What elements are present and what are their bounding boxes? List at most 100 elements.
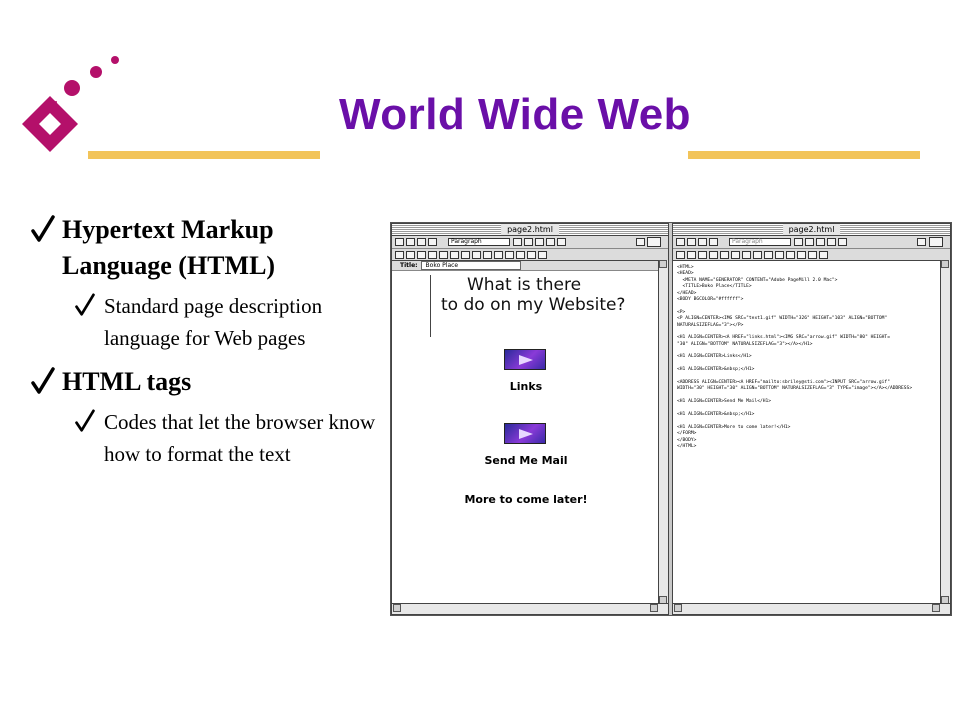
sub-bullet-text: Codes that let the browser know how to f… bbox=[104, 410, 376, 466]
scroll-up-arrow[interactable] bbox=[941, 260, 949, 268]
checkmark-icon bbox=[75, 293, 95, 316]
insert-button[interactable] bbox=[786, 251, 795, 259]
bullet-text: HTML tags bbox=[62, 367, 192, 396]
insert-button[interactable] bbox=[428, 251, 437, 259]
checkmark-icon bbox=[31, 215, 55, 242]
page-title-row: Title: Boko Place bbox=[392, 261, 659, 271]
horizontal-scrollbar[interactable] bbox=[392, 603, 668, 614]
insert-button[interactable] bbox=[472, 251, 481, 259]
links-arrow-button[interactable] bbox=[504, 349, 546, 370]
title-field-label: Title: bbox=[400, 262, 418, 269]
heading-line: to do on my Website? bbox=[441, 295, 626, 315]
preview-toggle-icon[interactable] bbox=[929, 237, 943, 247]
checkmark-icon bbox=[75, 409, 95, 432]
align-center-button[interactable] bbox=[827, 238, 836, 246]
sub-bullet-text: Standard page description language for W… bbox=[104, 294, 323, 350]
align-right-button[interactable] bbox=[838, 238, 847, 246]
title-field[interactable]: Boko Place bbox=[420, 261, 521, 270]
insert-button[interactable] bbox=[797, 251, 806, 259]
insert-button[interactable] bbox=[709, 251, 718, 259]
insert-button[interactable] bbox=[687, 251, 696, 259]
insert-button[interactable] bbox=[698, 251, 707, 259]
heading-line: What is there bbox=[467, 275, 582, 295]
insert-button[interactable] bbox=[742, 251, 751, 259]
bullet-item: HTML tags bbox=[30, 364, 380, 400]
more-label: More to come later! bbox=[464, 493, 588, 506]
title-rule-left bbox=[88, 151, 320, 159]
html-source-code[interactable]: <HTML> <HEAD> <META NAME="GENERATOR" CONT… bbox=[677, 265, 939, 450]
checkmark-icon bbox=[31, 367, 55, 394]
mail-arrow-button[interactable] bbox=[504, 423, 546, 444]
window-title: page2.html bbox=[782, 224, 841, 235]
size-button[interactable] bbox=[428, 238, 437, 246]
scroll-left-arrow[interactable] bbox=[393, 604, 401, 612]
insert-button[interactable] bbox=[417, 251, 426, 259]
align-right-button[interactable] bbox=[557, 238, 566, 246]
insert-button[interactable] bbox=[516, 251, 525, 259]
align-center-button[interactable] bbox=[546, 238, 555, 246]
toolbar-button[interactable] bbox=[917, 238, 926, 246]
toolbar-button[interactable] bbox=[636, 238, 645, 246]
insert-button[interactable] bbox=[483, 251, 492, 259]
insert-button[interactable] bbox=[676, 251, 685, 259]
format-toolbar: Paragraph bbox=[673, 236, 950, 249]
insert-button[interactable] bbox=[819, 251, 828, 259]
insert-button[interactable] bbox=[753, 251, 762, 259]
indent-button[interactable] bbox=[794, 238, 803, 246]
vertical-scrollbar[interactable] bbox=[658, 260, 668, 604]
slide-title: World Wide Web bbox=[338, 90, 692, 139]
vertical-scrollbar[interactable] bbox=[940, 260, 950, 604]
insert-button[interactable] bbox=[450, 251, 459, 259]
format-select[interactable]: Paragraph bbox=[729, 238, 791, 246]
title-rule-right bbox=[688, 151, 920, 159]
scroll-up-arrow[interactable] bbox=[659, 260, 667, 268]
editor-screenshot: page2.html Paragraph Title: Boko Place W… bbox=[390, 222, 952, 616]
insert-button[interactable] bbox=[406, 251, 415, 259]
scroll-left-arrow[interactable] bbox=[674, 604, 682, 612]
outdent-button[interactable] bbox=[524, 238, 533, 246]
sub-bullet-item: Codes that let the browser know how to f… bbox=[30, 406, 380, 470]
insert-button[interactable] bbox=[764, 251, 773, 259]
send-mail-label[interactable]: Send Me Mail bbox=[392, 454, 659, 467]
align-left-button[interactable] bbox=[816, 238, 825, 246]
preview-content: Title: Boko Place What is there to do on … bbox=[392, 260, 659, 604]
insert-button[interactable] bbox=[395, 251, 404, 259]
bullet-item: Hypertext Markup Language (HTML) bbox=[30, 212, 380, 284]
insert-button[interactable] bbox=[461, 251, 470, 259]
horizontal-scrollbar[interactable] bbox=[673, 603, 950, 614]
teletype-button[interactable] bbox=[698, 238, 707, 246]
italic-button[interactable] bbox=[406, 238, 415, 246]
preview-window: page2.html Paragraph Title: Boko Place W… bbox=[391, 223, 669, 615]
source-window: page2.html Paragraph <HTML> <HEAD> <META… bbox=[672, 223, 951, 615]
logo-dots-diamond bbox=[22, 56, 119, 152]
bold-button[interactable] bbox=[395, 238, 404, 246]
scroll-right-arrow[interactable] bbox=[932, 604, 940, 612]
insert-button[interactable] bbox=[720, 251, 729, 259]
italic-button[interactable] bbox=[687, 238, 696, 246]
window-titlebar: page2.html bbox=[673, 224, 950, 236]
bold-button[interactable] bbox=[676, 238, 685, 246]
insert-button[interactable] bbox=[527, 251, 536, 259]
insert-button[interactable] bbox=[775, 251, 784, 259]
source-content[interactable]: <HTML> <HEAD> <META NAME="GENERATOR" CONT… bbox=[673, 260, 941, 604]
code-line: </HTML> bbox=[677, 443, 697, 449]
outdent-button[interactable] bbox=[805, 238, 814, 246]
bullet-text: Hypertext Markup Language (HTML) bbox=[62, 215, 276, 280]
align-left-button[interactable] bbox=[535, 238, 544, 246]
links-label[interactable]: Links bbox=[392, 380, 659, 393]
insert-button[interactable] bbox=[439, 251, 448, 259]
preview-toggle-icon[interactable] bbox=[647, 237, 661, 247]
insert-button[interactable] bbox=[731, 251, 740, 259]
insert-button[interactable] bbox=[808, 251, 817, 259]
format-toolbar: Paragraph bbox=[392, 236, 668, 249]
format-select[interactable]: Paragraph bbox=[448, 238, 510, 246]
indent-button[interactable] bbox=[513, 238, 522, 246]
scroll-right-arrow[interactable] bbox=[650, 604, 658, 612]
size-button[interactable] bbox=[709, 238, 718, 246]
insert-button[interactable] bbox=[538, 251, 547, 259]
bullet-list: Hypertext Markup Language (HTML) Standar… bbox=[30, 212, 380, 480]
teletype-button[interactable] bbox=[417, 238, 426, 246]
heading-graphic: What is there to do on my Website? bbox=[430, 275, 659, 337]
insert-button[interactable] bbox=[494, 251, 503, 259]
insert-button[interactable] bbox=[505, 251, 514, 259]
